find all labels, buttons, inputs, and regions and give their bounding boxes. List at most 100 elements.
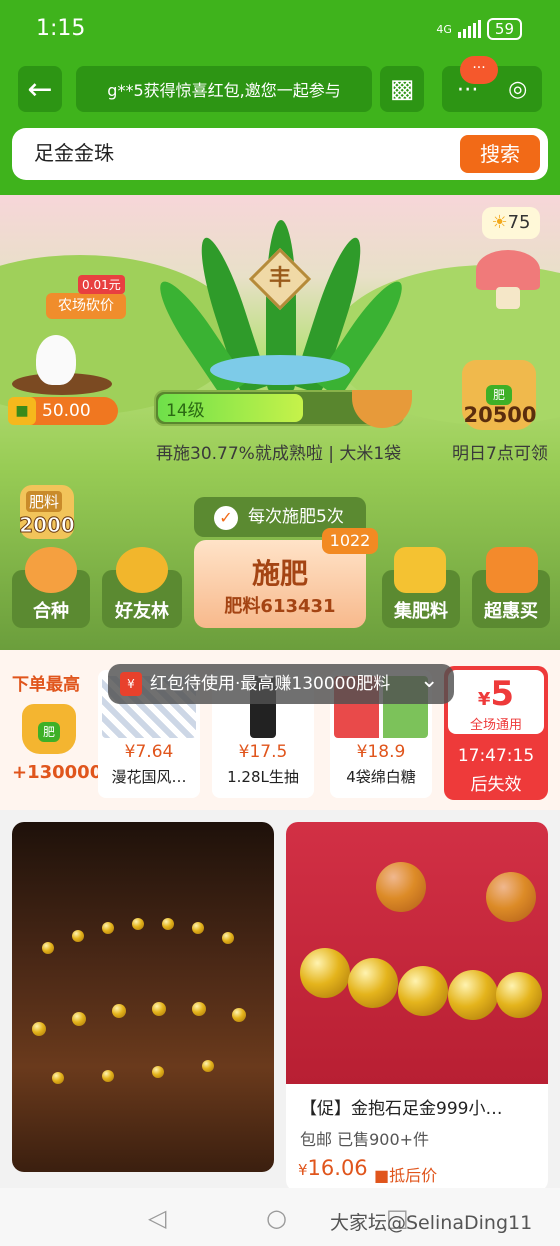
bead [42, 942, 54, 954]
sunshine-count: 75 [507, 212, 531, 233]
coupon-amount: ¥5 [448, 674, 544, 714]
bead [192, 1002, 206, 1016]
red-packet-icon: ¥ [120, 672, 142, 696]
action-label-friends: 好友林 [115, 601, 169, 622]
bead [162, 918, 174, 930]
trees-icon [116, 547, 168, 593]
status-icons: 4G 59 [436, 18, 522, 40]
order-reward: +130000 [12, 762, 103, 783]
feed-price-tag-text: 抵后价 [389, 1166, 438, 1185]
bargain-price: 0.01元 [78, 275, 125, 294]
bead [348, 958, 398, 1008]
rabbit-icon[interactable] [36, 335, 76, 385]
bead [300, 948, 350, 998]
coupon-pending-banner[interactable]: 红包待使用·最高赚130000肥料 [108, 664, 454, 704]
harvest-sign-text: 丰 [268, 266, 291, 291]
home-circle-icon[interactable]: ○ [266, 1204, 287, 1232]
notice-marquee[interactable]: g**5获得惊喜红包,邀您一起参与 [76, 66, 372, 112]
product-name: 1.28L生抽 [227, 768, 299, 786]
coupon-icon: ■ [374, 1166, 390, 1185]
bead [102, 922, 114, 934]
check-icon[interactable]: ✓ [214, 506, 238, 530]
qr-code-icon: ▩ [389, 74, 415, 104]
product-image [12, 822, 274, 1172]
status-bar: 1:15 4G 59 [0, 0, 560, 58]
back-button[interactable]: ← [18, 66, 62, 112]
bead [192, 922, 204, 934]
product-name: 4袋绵白糖 [346, 768, 416, 786]
chevron-down-icon[interactable]: ⌄ [420, 668, 438, 693]
signal-icon [457, 20, 481, 38]
bead [152, 1002, 166, 1016]
coupon-expire: 后失效 [470, 775, 522, 795]
fertilize-amount: 肥料613431 [224, 596, 336, 617]
mushroom-stem [496, 287, 520, 309]
pond [210, 355, 350, 385]
sun-icon: ☀ [491, 212, 508, 233]
product-price: ¥17.5 [238, 742, 288, 762]
product-name: 漫花国风… [111, 768, 187, 786]
bead [448, 970, 498, 1020]
search-input[interactable] [34, 140, 434, 163]
coupon-value: 5 [490, 674, 515, 714]
price-symbol: ¥ [298, 1161, 308, 1179]
action-label-collect: 集肥料 [394, 601, 448, 622]
bead [398, 966, 448, 1016]
status-time: 1:15 [36, 16, 86, 41]
notification-badge: ··· [460, 56, 498, 84]
order-title: 下单最高 [12, 675, 80, 695]
bead [222, 932, 234, 944]
bead [376, 862, 426, 912]
bead [52, 1072, 64, 1084]
level-label: 14级 [166, 401, 205, 421]
tomorrow-text: 明日7点可领 [452, 444, 548, 464]
price-value: 16.06 [307, 1156, 368, 1180]
coupon-top: ¥5 全场通用 [448, 670, 544, 734]
action-label-deals: 超惠买 [484, 601, 538, 622]
bead [112, 1004, 126, 1018]
bead [496, 972, 542, 1018]
watermark: 大家坛@SelinaDing11 [330, 1212, 533, 1234]
feed-meta: 包邮 已售900+件 [300, 1130, 430, 1149]
order-bag-tag: 肥 [38, 722, 60, 742]
bead [72, 1012, 86, 1026]
bead [232, 1008, 246, 1022]
coupon-countdown: 17:47:15 [457, 746, 535, 766]
feed-price: ¥16.06 [298, 1156, 368, 1180]
mushroom-icon[interactable] [476, 250, 540, 290]
bead [102, 1070, 114, 1082]
qr-code-button[interactable]: ▩ [380, 66, 424, 112]
network-label: 4G [436, 22, 452, 36]
search-button[interactable]: 搜索 [460, 135, 540, 173]
fertilizer-sack-value: 20500 [463, 403, 537, 427]
action-label-cooperate: 合种 [33, 601, 69, 622]
feed-title: 【促】金抱石足金999小… [300, 1099, 503, 1119]
progress-text: 再施30.77%就成熟啦 | 大米1袋 [156, 444, 402, 464]
back-triangle-icon[interactable]: ◁ [148, 1204, 166, 1232]
bead [132, 918, 144, 930]
arrow-left-icon: ← [27, 71, 53, 107]
fertilizer-sack-tag: 肥 [486, 385, 512, 405]
bargain-label[interactable]: 农场砍价 [46, 293, 126, 319]
wallet-icon: ■ [8, 397, 36, 425]
sunshine-badge[interactable]: ☀75 [482, 207, 540, 239]
farm-scene: ☀75 农场砍价 0.01元 50.00 ■ 丰 14级 再施30.77%就成熟… [0, 195, 560, 650]
mini-program-close-icon[interactable]: ◎ [508, 77, 527, 102]
product-image [286, 822, 548, 1084]
fertilizer-small-value: 2000 [19, 513, 76, 538]
fertilize-count-badge: 1022 [322, 528, 378, 554]
coupon-scope: 全场通用 [469, 718, 522, 733]
feed-card[interactable]: 【促】金抱石足金999小… 包邮 已售900+件 ¥16.06 ■抵后价 [286, 822, 548, 1192]
product-price: ¥18.9 [356, 742, 406, 762]
product-price: ¥7.64 [124, 742, 174, 762]
bead [486, 872, 536, 922]
bead [72, 930, 84, 942]
bead [152, 1066, 164, 1078]
bead [202, 1060, 214, 1072]
feed-card[interactable] [12, 822, 274, 1172]
feed-price-tag: ■抵后价 [374, 1162, 437, 1186]
coupon-card[interactable]: ¥5 全场通用 17:47:15 后失效 [444, 666, 548, 800]
fertilizer-small-label: 肥料 [26, 491, 63, 512]
shopping-bag-icon [486, 547, 538, 593]
search-bar: 搜索 [12, 128, 548, 180]
